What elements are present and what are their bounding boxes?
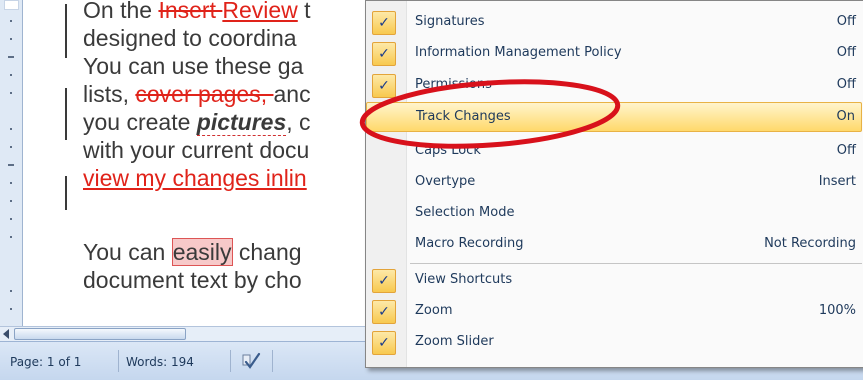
- checkmark-icon: ✓: [372, 74, 396, 98]
- ruler-tick: [10, 200, 12, 202]
- menu-item-value: Off: [836, 77, 856, 92]
- menu-separator: [410, 263, 862, 264]
- text-run: document text by cho: [83, 267, 302, 293]
- checkmark-icon: ✓: [372, 11, 396, 35]
- menu-item-label: View Shortcuts: [415, 272, 513, 287]
- menu-item-signatures[interactable]: ✓ Signatures Off: [366, 8, 862, 38]
- menu-item-label: Overtype: [415, 174, 476, 189]
- document-line: You can use these ga: [83, 52, 303, 80]
- checkmark-icon: ✓: [372, 331, 396, 355]
- scrollbar-thumb[interactable]: [14, 328, 186, 340]
- checkmark-icon: ✓: [372, 42, 396, 66]
- document-line: document text by cho: [83, 266, 302, 294]
- menu-item-label: Selection Mode: [415, 205, 515, 220]
- menu-item-label: Caps Lock: [415, 143, 481, 158]
- scroll-left-arrow-icon[interactable]: [3, 329, 9, 339]
- menu-item-zoom[interactable]: ✓ Zoom 100%: [366, 297, 862, 327]
- document-line: lists, cover pages, anc: [83, 80, 311, 108]
- text-run: pictures: [196, 109, 287, 136]
- text-run: with your current docu: [83, 137, 310, 163]
- document-line: On the Insert Review t: [83, 0, 311, 24]
- menu-item-label: Zoom Slider: [415, 334, 494, 349]
- menu-item-zoom-slider[interactable]: ✓ Zoom Slider: [366, 328, 862, 358]
- status-bar-context-menu: ✓ Signatures Off ✓ Information Management Po…: [365, 0, 863, 368]
- change-bar: [65, 176, 67, 210]
- menu-item-label: Signatures: [415, 14, 485, 29]
- vertical-ruler[interactable]: [0, 0, 23, 326]
- menu-item-caps-lock[interactable]: Caps Lock Off: [366, 137, 862, 167]
- menu-item-view-shortcuts[interactable]: ✓ View Shortcuts: [366, 266, 862, 296]
- inserted-text: Review: [222, 0, 298, 23]
- status-divider: [272, 350, 273, 372]
- text-run: chang: [232, 239, 302, 265]
- menu-item-permissions[interactable]: ✓ Permissions Off: [366, 71, 862, 101]
- text-run: You can: [83, 239, 172, 265]
- ruler-tick: [10, 290, 12, 292]
- ruler-tick: [10, 20, 12, 22]
- horizontal-scrollbar[interactable]: [0, 326, 380, 342]
- menu-item-label: Macro Recording: [415, 236, 524, 251]
- text-run: anc: [273, 81, 311, 107]
- ruler-tick: [10, 92, 12, 94]
- menu-item-value: Off: [836, 14, 856, 29]
- menu-item-value: Off: [836, 45, 856, 60]
- text-run: designed to coordina: [83, 25, 297, 51]
- ruler-tick: [10, 218, 12, 220]
- deleted-text: cover pages,: [135, 81, 274, 107]
- ruler-tick: [10, 308, 12, 310]
- deleted-text: Insert: [158, 0, 223, 23]
- ruler-tick: [10, 146, 12, 148]
- word-count[interactable]: Words: 194: [126, 355, 194, 369]
- document-line: with your current docu: [83, 136, 309, 164]
- menu-item-value: Insert: [818, 174, 856, 189]
- ruler-margin-top: [4, 0, 19, 10]
- menu-item-label: Permissions: [415, 77, 492, 92]
- ruler-tick: [10, 74, 12, 76]
- checkmark-icon: ✓: [372, 300, 396, 324]
- ruler-tick: [8, 164, 14, 166]
- text-run: You can use these ga: [83, 53, 304, 79]
- menu-item-value: Not Recording: [764, 236, 856, 251]
- menu-item-macro-recording[interactable]: Macro Recording Not Recording: [366, 230, 862, 260]
- text-run: you create: [83, 109, 197, 135]
- ruler-tick: [10, 128, 12, 130]
- status-divider: [118, 350, 119, 372]
- menu-item-label: Zoom: [415, 303, 453, 318]
- document-line: designed to coordina: [83, 24, 297, 52]
- menu-item-track-changes[interactable]: Track Changes On: [366, 102, 862, 132]
- ruler-tick: [10, 182, 12, 184]
- ruler-tick: [10, 236, 12, 238]
- text-run: t: [297, 0, 311, 23]
- menu-item-value: Off: [836, 143, 856, 158]
- text-run: easily: [171, 238, 233, 266]
- menu-item-value: 100%: [818, 303, 856, 318]
- menu-item-information-management-policy[interactable]: ✓ Information Management Policy Off: [366, 39, 862, 69]
- status-divider: [230, 350, 231, 372]
- document-line: view my changes inlin: [83, 164, 307, 192]
- menu-item-label: Information Management Policy: [415, 45, 622, 60]
- change-bar: [65, 4, 67, 58]
- menu-item-overtype[interactable]: Overtype Insert: [366, 168, 862, 198]
- text-run: On the: [83, 0, 159, 23]
- checkmark-icon: ✓: [372, 269, 396, 293]
- ruler-tick: [10, 38, 12, 40]
- text-run: , c: [286, 109, 311, 135]
- document-line: you create pictures, c: [83, 108, 311, 136]
- text-run: view my changes inlin: [83, 165, 307, 191]
- proofing-check-icon[interactable]: [240, 351, 262, 371]
- page-count[interactable]: Page: 1 of 1: [10, 355, 81, 369]
- ruler-tick: [8, 56, 14, 58]
- menu-item-label: Track Changes: [416, 109, 511, 124]
- change-bar: [65, 88, 67, 140]
- menu-item-value: On: [836, 109, 855, 124]
- text-run: lists,: [83, 81, 136, 107]
- document-line: You can easily chang: [83, 238, 302, 266]
- menu-item-selection-mode[interactable]: Selection Mode: [366, 199, 862, 229]
